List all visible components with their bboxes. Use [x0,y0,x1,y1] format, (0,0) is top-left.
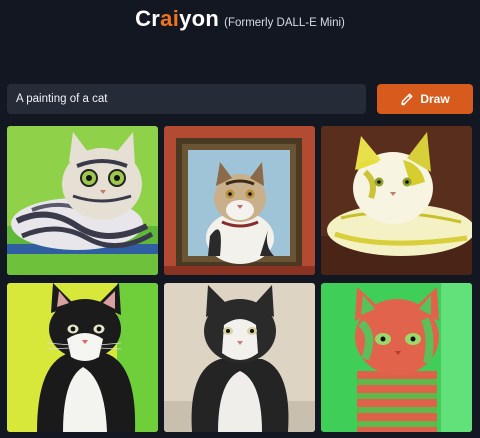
result-image-2[interactable] [164,126,315,275]
prompt-bar: Draw [7,84,473,114]
pencil-icon [400,92,414,106]
results-grid [7,126,473,432]
draw-button-label: Draw [420,92,450,106]
draw-button[interactable]: Draw [377,84,473,114]
logo-part-3: yon [179,6,220,31]
craiyon-logo[interactable]: Craiyon [135,6,219,32]
logo-part-1: Cr [135,6,161,31]
logo-subtitle: (Formerly DALL-E Mini) [224,17,345,29]
result-image-4[interactable] [7,283,158,432]
result-image-6[interactable] [321,283,472,432]
result-image-5[interactable] [164,283,315,432]
result-image-3[interactable] [321,126,472,275]
header: Craiyon (Formerly DALL-E Mini) [0,6,480,32]
result-image-1[interactable] [7,126,158,275]
logo-part-2: ai [160,6,180,31]
prompt-input[interactable] [7,84,366,114]
